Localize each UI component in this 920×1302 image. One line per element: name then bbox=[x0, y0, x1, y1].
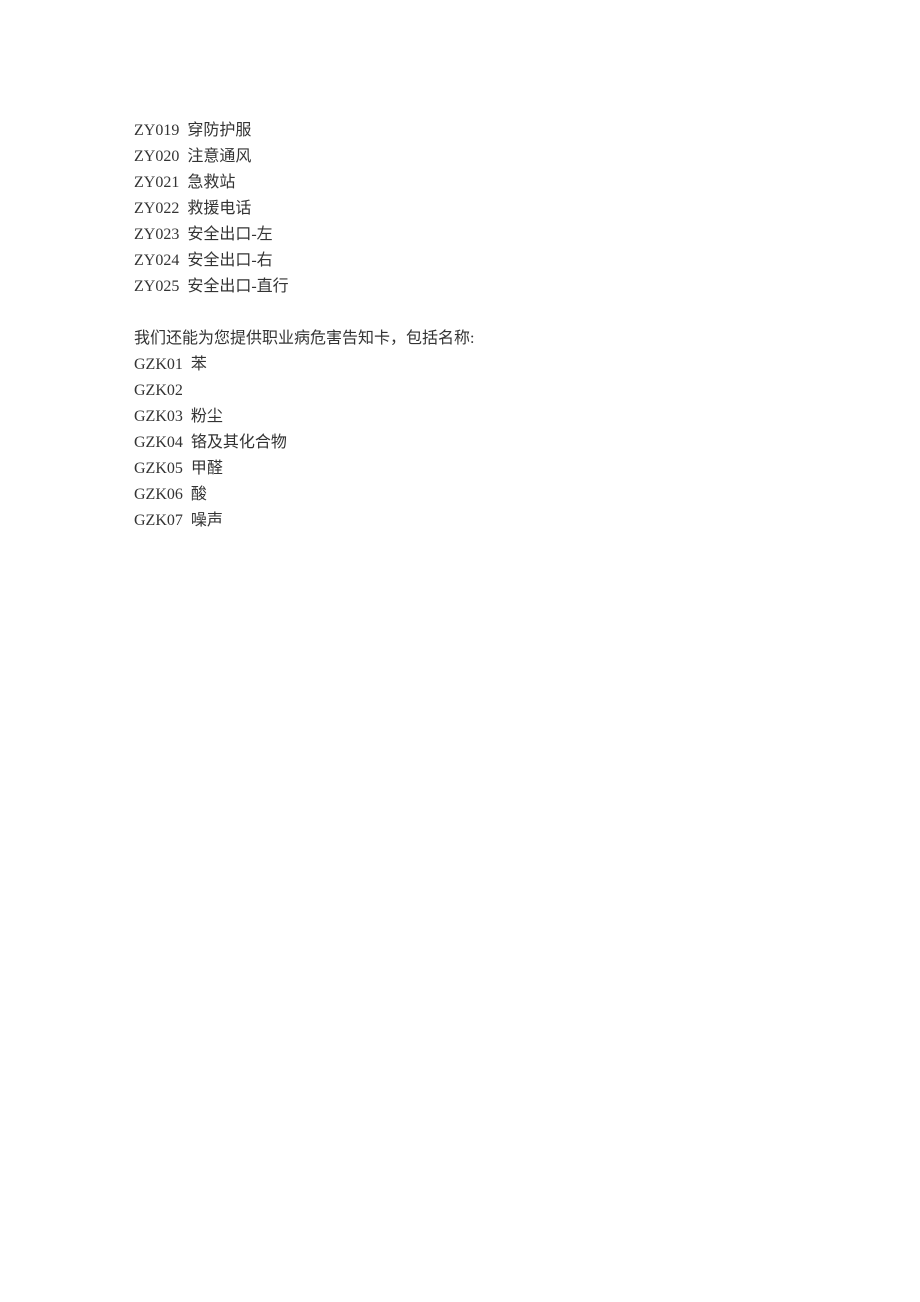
blank-line bbox=[134, 300, 920, 326]
list-item: ZY023 安全出口-左 bbox=[134, 222, 920, 248]
item-label: 苯 bbox=[191, 356, 207, 373]
list-item: GZK03 粉尘 bbox=[134, 404, 920, 430]
list-item: GZK07 噪声 bbox=[134, 508, 920, 534]
item-label: 酸 bbox=[191, 486, 207, 503]
list-item: ZY020 注意通风 bbox=[134, 144, 920, 170]
item-code: GZK07 bbox=[134, 508, 183, 534]
item-code: ZY020 bbox=[134, 144, 179, 170]
item-code: ZY025 bbox=[134, 274, 179, 300]
item-code: GZK05 bbox=[134, 456, 183, 482]
item-label: 铬及其化合物 bbox=[191, 434, 287, 451]
item-code: GZK06 bbox=[134, 482, 183, 508]
list-item: ZY022 救援电话 bbox=[134, 196, 920, 222]
item-label: 甲醛 bbox=[191, 460, 223, 477]
item-label: 粉尘 bbox=[191, 408, 223, 425]
list-item: GZK05 甲醛 bbox=[134, 456, 920, 482]
item-label: 穿防护服 bbox=[187, 122, 251, 139]
item-label: 救援电话 bbox=[187, 200, 251, 217]
item-code: ZY022 bbox=[134, 196, 179, 222]
item-code: ZY021 bbox=[134, 170, 179, 196]
list-item: GZK02 bbox=[134, 378, 920, 404]
item-code: GZK04 bbox=[134, 430, 183, 456]
list-item: GZK01 苯 bbox=[134, 352, 920, 378]
item-code: GZK01 bbox=[134, 352, 183, 378]
item-label: 噪声 bbox=[191, 512, 223, 529]
item-label: 安全出口-右 bbox=[187, 252, 272, 269]
list-item: ZY021 急救站 bbox=[134, 170, 920, 196]
item-code: GZK02 bbox=[134, 378, 183, 404]
item-code: ZY023 bbox=[134, 222, 179, 248]
list-item: ZY025 安全出口-直行 bbox=[134, 274, 920, 300]
item-code: GZK03 bbox=[134, 404, 183, 430]
item-label: 急救站 bbox=[187, 174, 235, 191]
item-label: 安全出口-直行 bbox=[187, 278, 288, 295]
list-item: GZK06 酸 bbox=[134, 482, 920, 508]
list-item: ZY024 安全出口-右 bbox=[134, 248, 920, 274]
item-label: 安全出口-左 bbox=[187, 226, 272, 243]
list-item: GZK04 铬及其化合物 bbox=[134, 430, 920, 456]
item-code: ZY024 bbox=[134, 248, 179, 274]
item-code: ZY019 bbox=[134, 118, 179, 144]
document-content: ZY019 穿防护服 ZY020 注意通风 ZY021 急救站 ZY022 救援… bbox=[134, 118, 920, 534]
intro-text: 我们还能为您提供职业病危害告知卡，包括名称: bbox=[134, 326, 920, 352]
item-label: 注意通风 bbox=[187, 148, 251, 165]
list-item: ZY019 穿防护服 bbox=[134, 118, 920, 144]
